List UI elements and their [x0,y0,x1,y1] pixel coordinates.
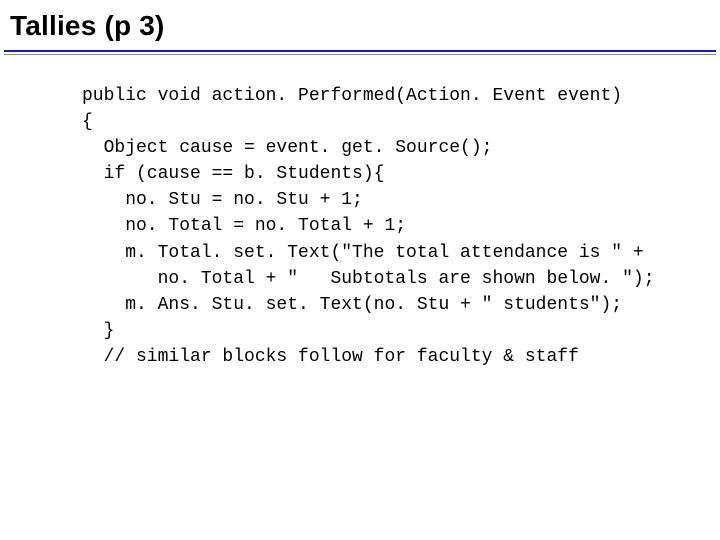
slide-title: Tallies (p 3) [10,10,708,42]
title-rule-shadow [4,54,716,55]
title-wrap: Tallies (p 3) [0,0,720,46]
slide: Tallies (p 3) public void action. Perfor… [0,0,720,540]
code-block: public void action. Performed(Action. Ev… [82,83,720,370]
title-rule [4,50,716,52]
